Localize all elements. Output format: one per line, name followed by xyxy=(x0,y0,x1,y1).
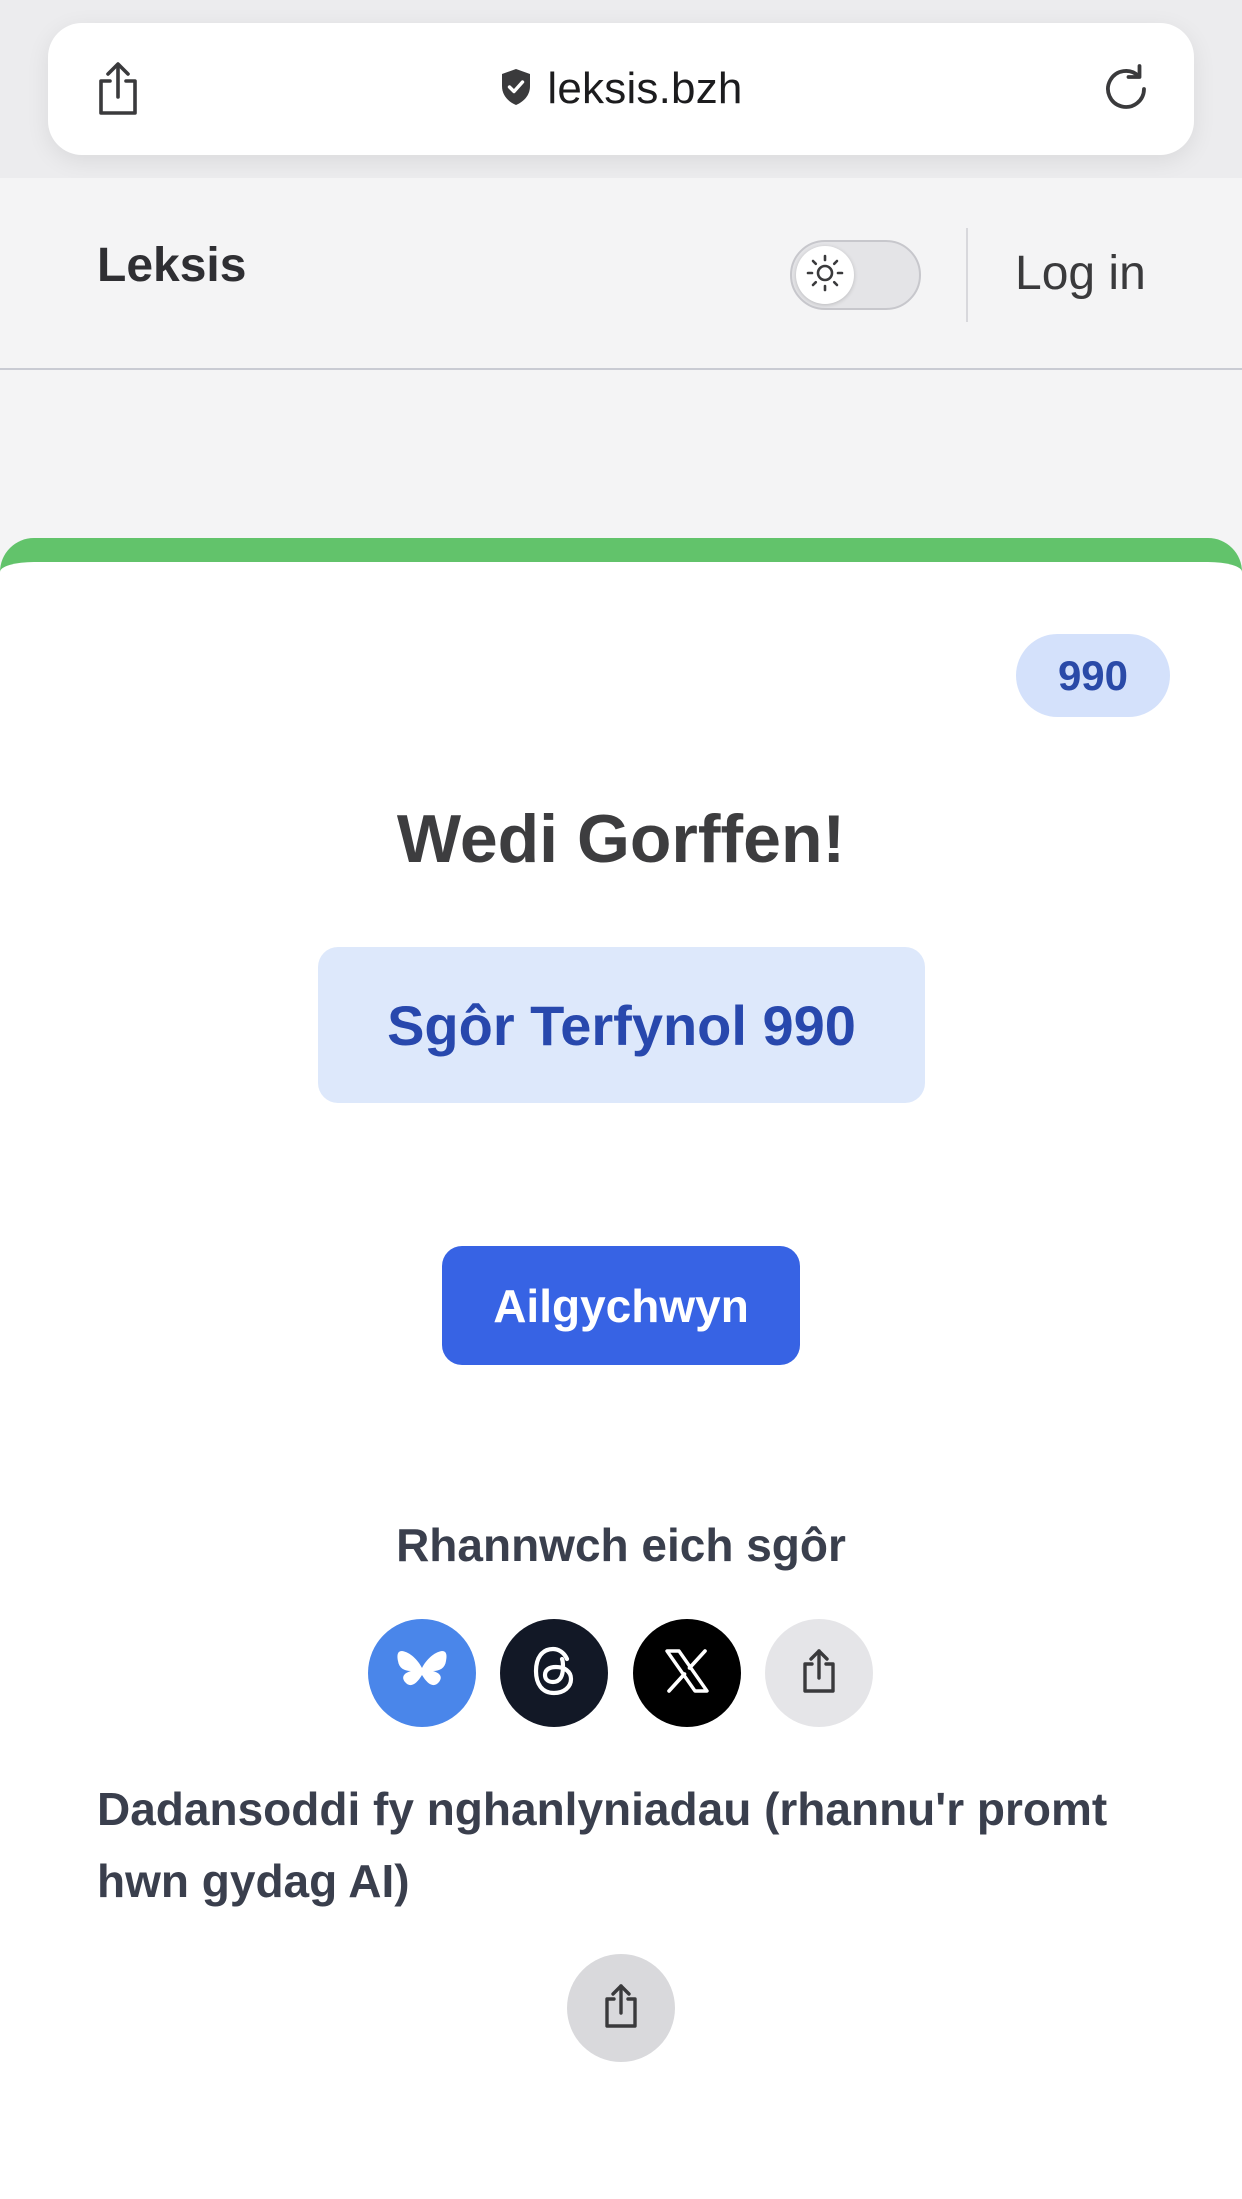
browser-share-icon[interactable] xyxy=(88,59,148,119)
native-share-button[interactable] xyxy=(765,1619,873,1727)
theme-toggle[interactable] xyxy=(790,240,921,310)
share-buttons xyxy=(368,1619,874,1727)
threads-icon xyxy=(530,1645,578,1702)
sun-icon xyxy=(806,254,844,297)
header-divider xyxy=(966,228,968,322)
score-badge: 990 xyxy=(1016,634,1170,717)
browser-chrome: leksis.bzh xyxy=(0,0,1242,178)
share-icon xyxy=(601,1983,641,2034)
share-heading: Rhannwch eich sgôr xyxy=(396,1519,846,1571)
page-title: Wedi Gorffen! xyxy=(396,801,846,877)
reload-icon[interactable] xyxy=(1096,59,1156,119)
final-score-box: Sgôr Terfynol 990 xyxy=(318,947,925,1103)
shield-icon xyxy=(499,67,533,112)
share-icon xyxy=(799,1648,839,1699)
login-link[interactable]: Log in xyxy=(1015,246,1146,301)
threads-share-button[interactable] xyxy=(500,1619,608,1727)
analyse-share-button[interactable] xyxy=(567,1954,675,2062)
site-header: Leksis Log in xyxy=(0,178,1242,370)
analyse-results-text: Dadansoddi fy nghanlyniadau (rhannu'r pr… xyxy=(97,1783,1108,1907)
bluesky-icon xyxy=(396,1648,448,1699)
restart-button[interactable]: Ailgychwyn xyxy=(442,1246,800,1365)
x-icon xyxy=(664,1648,710,1698)
address-bar[interactable]: leksis.bzh xyxy=(48,23,1194,155)
site-logo[interactable]: Leksis xyxy=(97,238,246,293)
result-card: 990 Wedi Gorffen! Sgôr Terfynol 990 Ailg… xyxy=(0,538,1242,2199)
bluesky-share-button[interactable] xyxy=(368,1619,476,1727)
x-share-button[interactable] xyxy=(633,1619,741,1727)
url-text: leksis.bzh xyxy=(547,64,743,113)
toggle-knob xyxy=(796,246,854,304)
